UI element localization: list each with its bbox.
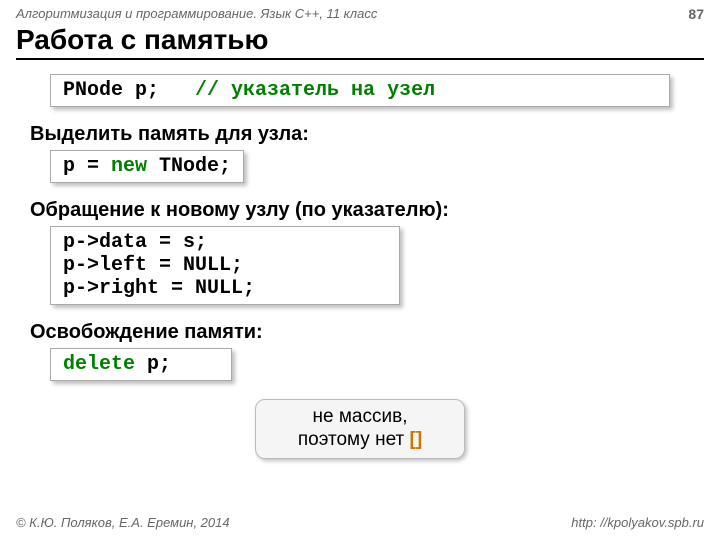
copyright: © К.Ю. Поляков, Е.А. Еремин, 2014 [16, 515, 230, 530]
footer-url: http: //kpolyakov.spb.ru [571, 515, 704, 530]
section-allocate: Выделить память для узла: [30, 123, 690, 146]
code-access: p->data = s; p->left = NULL; p->right = … [50, 226, 400, 305]
callout-line2: поэтому нет [298, 429, 410, 450]
callout-note: не массив, поэтому нет [] [255, 399, 465, 459]
footer: © К.Ю. Поляков, Е.А. Еремин, 2014 http: … [16, 515, 704, 530]
page-number: 87 [688, 6, 704, 22]
section-access: Обращение к новому узлу (по указателю): [30, 199, 690, 222]
code-delete: delete p; [50, 348, 232, 381]
code-new: p = new TNode; [50, 150, 244, 183]
content: PNode p; // указатель на узел Выделить п… [0, 64, 720, 459]
decl-comment: // указатель на узел [195, 79, 435, 102]
page-title: Работа с памятью [16, 24, 704, 60]
decl-text: PNode p; [63, 79, 159, 102]
course-label: Алгоритмизация и программирование. Язык … [16, 6, 377, 22]
code-declaration: PNode p; // указатель на узел [50, 74, 670, 107]
section-free: Освобождение памяти: [30, 321, 690, 344]
bracket-icon: [] [410, 429, 423, 450]
header-bar: Алгоритмизация и программирование. Язык … [0, 0, 720, 24]
callout-line1: не массив, [313, 406, 408, 427]
